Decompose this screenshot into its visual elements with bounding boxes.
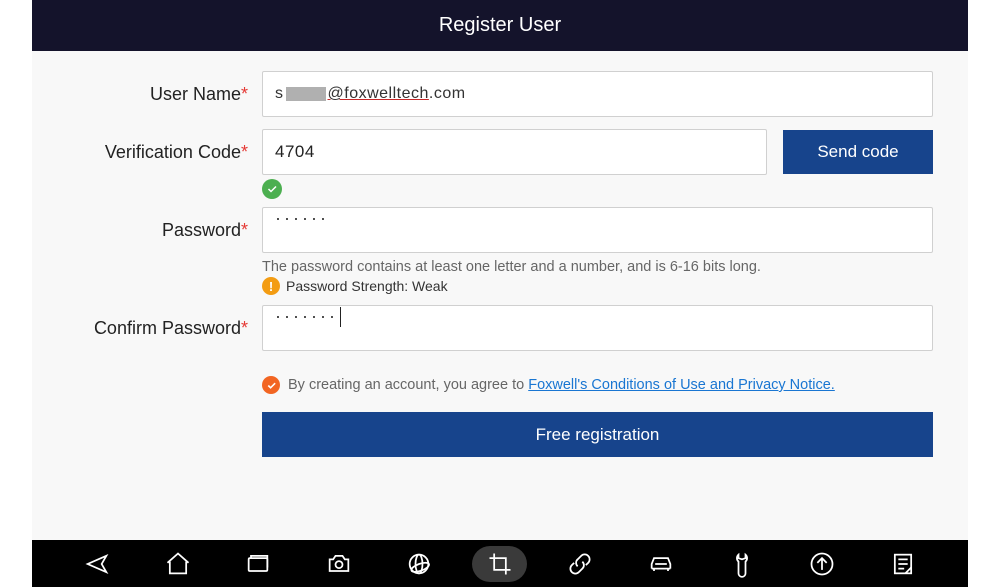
label-verification-text: Verification Code: [105, 142, 241, 162]
row-verification: Verification Code* Send code: [67, 129, 933, 175]
row-password: Password* ······: [67, 207, 933, 253]
registration-form: User Name* s @foxwelltech.com Verificati…: [32, 51, 968, 540]
home-icon[interactable]: [150, 546, 205, 582]
app-window: Register User User Name* s @foxwelltech.…: [32, 0, 968, 587]
password-hint: The password contains at least one lette…: [262, 259, 761, 275]
username-input[interactable]: s @foxwelltech.com: [262, 71, 933, 117]
terms-link[interactable]: Foxwell's Conditions of Use and Privacy …: [528, 377, 835, 393]
crop-icon[interactable]: [472, 546, 527, 582]
agreement-row: By creating an account, you agree to Fox…: [262, 376, 933, 394]
page-title: Register User: [32, 0, 968, 51]
register-button[interactable]: Free registration: [262, 412, 933, 457]
label-verification: Verification Code*: [67, 142, 252, 163]
recent-apps-icon[interactable]: [231, 546, 286, 582]
car-icon[interactable]: [633, 546, 688, 582]
email-prefix: s: [275, 85, 284, 103]
email-domain: @foxwelltech: [328, 85, 429, 103]
link-icon[interactable]: [553, 546, 608, 582]
upload-icon[interactable]: [795, 546, 850, 582]
check-icon: [262, 179, 282, 199]
password-hint-row: The password contains at least one lette…: [262, 259, 933, 275]
label-confirm-password: Confirm Password*: [67, 318, 252, 339]
row-username: User Name* s @foxwelltech.com: [67, 71, 933, 117]
email-tld: .com: [429, 85, 466, 103]
agreement-text: By creating an account, you agree to Fox…: [288, 377, 835, 393]
warning-icon: !: [262, 277, 280, 295]
back-icon[interactable]: [70, 546, 125, 582]
confirm-password-value: ·······: [275, 306, 338, 326]
required-asterisk: *: [241, 84, 248, 104]
redacted-block: [286, 87, 326, 101]
password-strength-row: ! Password Strength: Weak: [262, 277, 933, 295]
tool-icon[interactable]: [714, 546, 769, 582]
agreement-checkbox[interactable]: [262, 376, 280, 394]
camera-icon[interactable]: [311, 546, 366, 582]
form-icon[interactable]: [875, 546, 930, 582]
row-confirm-password: Confirm Password* ·······: [67, 305, 933, 351]
label-username: User Name*: [67, 84, 252, 105]
browser-icon[interactable]: [392, 546, 447, 582]
required-asterisk: *: [241, 142, 248, 162]
required-asterisk: *: [241, 220, 248, 240]
label-username-text: User Name: [150, 84, 241, 104]
label-password-text: Password: [162, 220, 241, 240]
confirm-password-input[interactable]: ·······: [262, 305, 933, 351]
password-strength-label: Password Strength: Weak: [286, 278, 448, 294]
agreement-prefix: By creating an account, you agree to: [288, 377, 528, 393]
verification-input[interactable]: [262, 129, 767, 175]
password-input[interactable]: ······: [262, 207, 933, 253]
required-asterisk: *: [241, 318, 248, 338]
label-confirm-password-text: Confirm Password: [94, 318, 241, 338]
system-navbar: [32, 540, 968, 587]
verification-status: [262, 179, 933, 199]
send-code-button[interactable]: Send code: [783, 130, 933, 174]
text-cursor: [340, 307, 341, 327]
label-password: Password*: [67, 220, 252, 241]
